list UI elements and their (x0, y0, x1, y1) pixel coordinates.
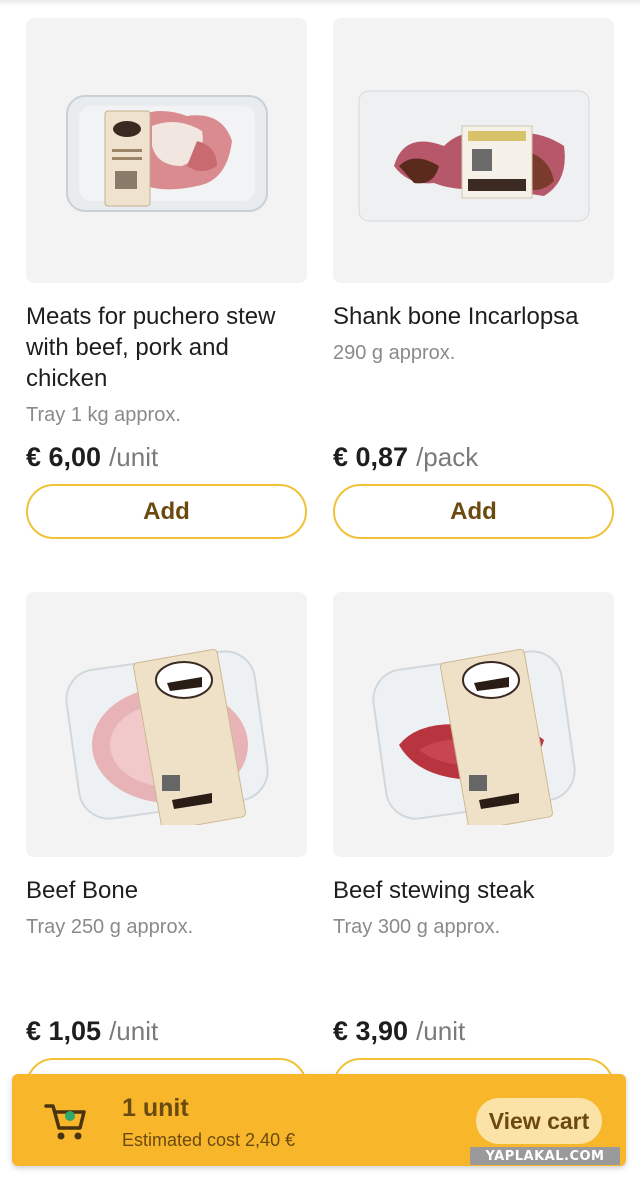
product-image[interactable] (333, 592, 614, 857)
price-row: € 6,00/unit (26, 442, 158, 473)
product-name[interactable]: Shank bone Incarlopsa (333, 301, 614, 332)
watermark: YAPLAKAL.COM (470, 1147, 620, 1165)
price-row: € 0,87/pack (333, 442, 478, 473)
product-price: € 0,87 (333, 442, 409, 472)
add-button[interactable]: Add (333, 484, 614, 539)
product-price: € 6,00 (26, 442, 102, 472)
product-card[interactable]: Shank bone Incarlopsa 290 g approx. € 0,… (333, 18, 614, 543)
product-image[interactable] (26, 592, 307, 857)
view-cart-button[interactable]: View cart (476, 1098, 602, 1144)
product-price: € 1,05 (26, 1016, 102, 1046)
product-weight: 290 g approx. (333, 342, 456, 364)
price-unit: /pack (416, 442, 479, 472)
cart-estimated-cost: Estimated cost 2,40 € (122, 1130, 296, 1150)
product-weight: Tray 250 g approx. (26, 916, 194, 938)
price-row: € 3,90/unit (333, 1016, 465, 1047)
product-card[interactable]: Meats for puchero stew with beef, pork a… (26, 18, 307, 543)
price-row: € 1,05/unit (26, 1016, 158, 1047)
add-button[interactable]: Add (26, 484, 307, 539)
product-price: € 3,90 (333, 1016, 409, 1046)
price-unit: /unit (109, 1016, 159, 1046)
beef-steak-tray-image (371, 648, 576, 825)
product-image[interactable] (26, 18, 307, 283)
product-weight: Tray 1 kg approx. (26, 404, 181, 426)
price-unit: /unit (416, 1016, 466, 1046)
product-card[interactable]: Beef stewing steak Tray 300 g approx. € … (333, 592, 614, 1113)
product-card[interactable]: Beef Bone Tray 250 g approx. € 1,05/unit (26, 592, 307, 1113)
cart-count: 1 unit (122, 1094, 189, 1122)
beef-bone-tray-image (64, 648, 269, 825)
price-unit: /unit (109, 442, 159, 472)
shank-bone-pack-image (358, 90, 589, 221)
cart-icon (44, 1104, 86, 1140)
meat-tray-image (65, 94, 268, 212)
product-weight: Tray 300 g approx. (333, 916, 501, 938)
product-name[interactable]: Meats for puchero stew with beef, pork a… (26, 301, 307, 394)
product-image[interactable] (333, 18, 614, 283)
product-name[interactable]: Beef Bone (26, 875, 307, 906)
product-grid: Meats for puchero stew with beef, pork a… (0, 0, 640, 1186)
product-name[interactable]: Beef stewing steak (333, 875, 614, 906)
